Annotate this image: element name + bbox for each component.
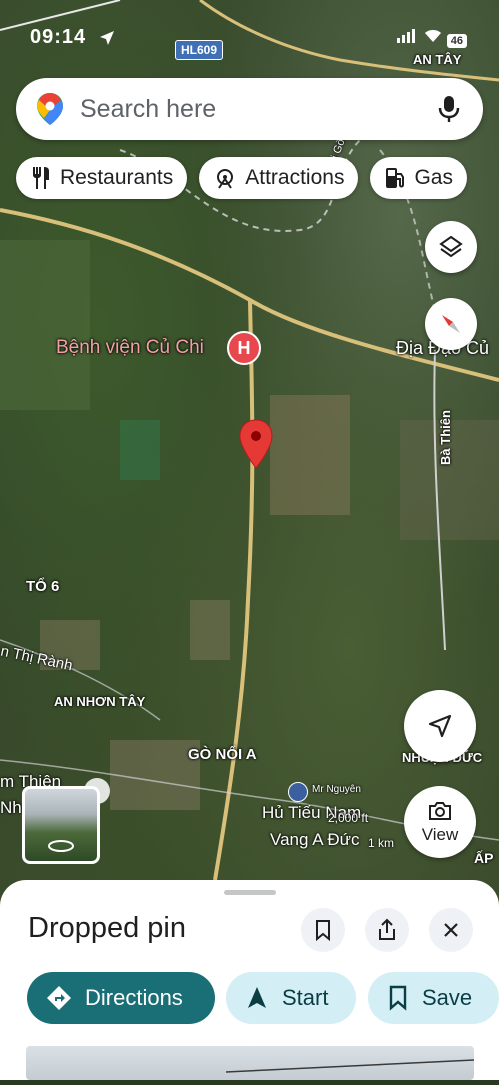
close-icon — [444, 923, 458, 937]
attractions-icon — [217, 169, 234, 189]
map-label-ap: ẤP — [474, 850, 494, 866]
view-camera-button[interactable]: View — [404, 786, 476, 858]
share-button[interactable] — [365, 908, 409, 952]
start-button[interactable]: Start — [226, 972, 356, 1024]
chip-gas[interactable]: Gas — [370, 157, 467, 199]
map-label-an-tay: AN TÂY — [413, 52, 462, 67]
map-label-to6: TỔ 6 — [26, 578, 60, 595]
signal-icon — [396, 29, 415, 43]
status-icons: 46 — [395, 28, 467, 48]
chip-label: Gas — [414, 166, 453, 189]
share-icon — [379, 918, 395, 940]
rotate-360-icon — [48, 840, 74, 852]
search-input[interactable]: Search here — [80, 95, 437, 124]
map-label-hospital[interactable]: Bệnh viện Củ Chi — [56, 337, 204, 359]
restaurant-icon — [33, 167, 49, 189]
navigation-start-icon — [248, 987, 266, 1008]
gas-icon — [386, 168, 405, 188]
save-button[interactable]: Save — [368, 972, 499, 1024]
save-label: Save — [422, 985, 473, 1010]
bookmark-icon — [316, 920, 330, 941]
compass-icon — [442, 315, 460, 333]
preview-image — [225, 1059, 475, 1073]
profile-marker-icon[interactable] — [288, 782, 308, 802]
category-chips: Restaurants Attractions Gas — [16, 157, 467, 199]
dropped-pin-icon[interactable] — [238, 418, 274, 470]
map-label-hu-tieu-2[interactable]: Vang A Đức — [270, 830, 360, 850]
location-arrow-icon — [100, 31, 114, 45]
microphone-icon[interactable] — [437, 94, 461, 124]
street-view-thumbnail[interactable] — [22, 786, 100, 864]
layers-icon — [439, 235, 463, 258]
google-maps-logo-icon — [37, 93, 63, 125]
chip-label: Attractions — [245, 166, 345, 189]
wifi-icon — [424, 30, 441, 42]
scale-bar-km: 1 km — [368, 836, 395, 850]
drag-handle[interactable] — [224, 890, 276, 895]
bookmark-button[interactable] — [301, 908, 345, 952]
start-label: Start — [282, 985, 329, 1010]
view-label: View — [421, 825, 459, 844]
battery-level: 46 — [446, 34, 467, 48]
camera-icon — [429, 802, 451, 820]
chip-label: Restaurants — [60, 166, 174, 189]
sheet-title: Dropped pin — [28, 912, 186, 944]
navigation-arrow-icon — [428, 714, 452, 738]
status-time: 09:14 — [30, 26, 87, 48]
directions-label: Directions — [85, 985, 183, 1010]
map-label-mr-nguyen[interactable]: Mr Nguyên — [312, 784, 361, 795]
save-bookmark-icon — [389, 985, 407, 1011]
layers-button[interactable] — [425, 221, 477, 273]
route-badge: HL609 — [175, 40, 224, 60]
directions-icon — [47, 986, 71, 1010]
map-label-go-noi-a: GÒ NỔI A — [188, 746, 257, 763]
chip-attractions[interactable]: Attractions — [199, 157, 359, 199]
map-label-an-nhon-tay: AN NHƠN TÂY — [54, 694, 146, 709]
hospital-icon[interactable]: H — [227, 331, 261, 365]
chip-restaurants[interactable]: Restaurants — [16, 157, 188, 199]
my-location-button[interactable] — [404, 690, 476, 762]
compass-button[interactable] — [425, 298, 477, 350]
directions-button[interactable]: Directions — [27, 972, 215, 1024]
photo-preview[interactable] — [26, 1046, 475, 1080]
search-bar[interactable]: Search here — [16, 78, 483, 140]
map-label-nh: Nh — [0, 798, 22, 817]
map-label-ba-thien: Bà Thiên — [437, 410, 453, 465]
close-button[interactable] — [429, 908, 473, 952]
place-sheet[interactable]: Dropped pin Directions Start Save — [0, 880, 499, 1080]
scale-bar-ft: 2,000 ft — [328, 811, 369, 825]
